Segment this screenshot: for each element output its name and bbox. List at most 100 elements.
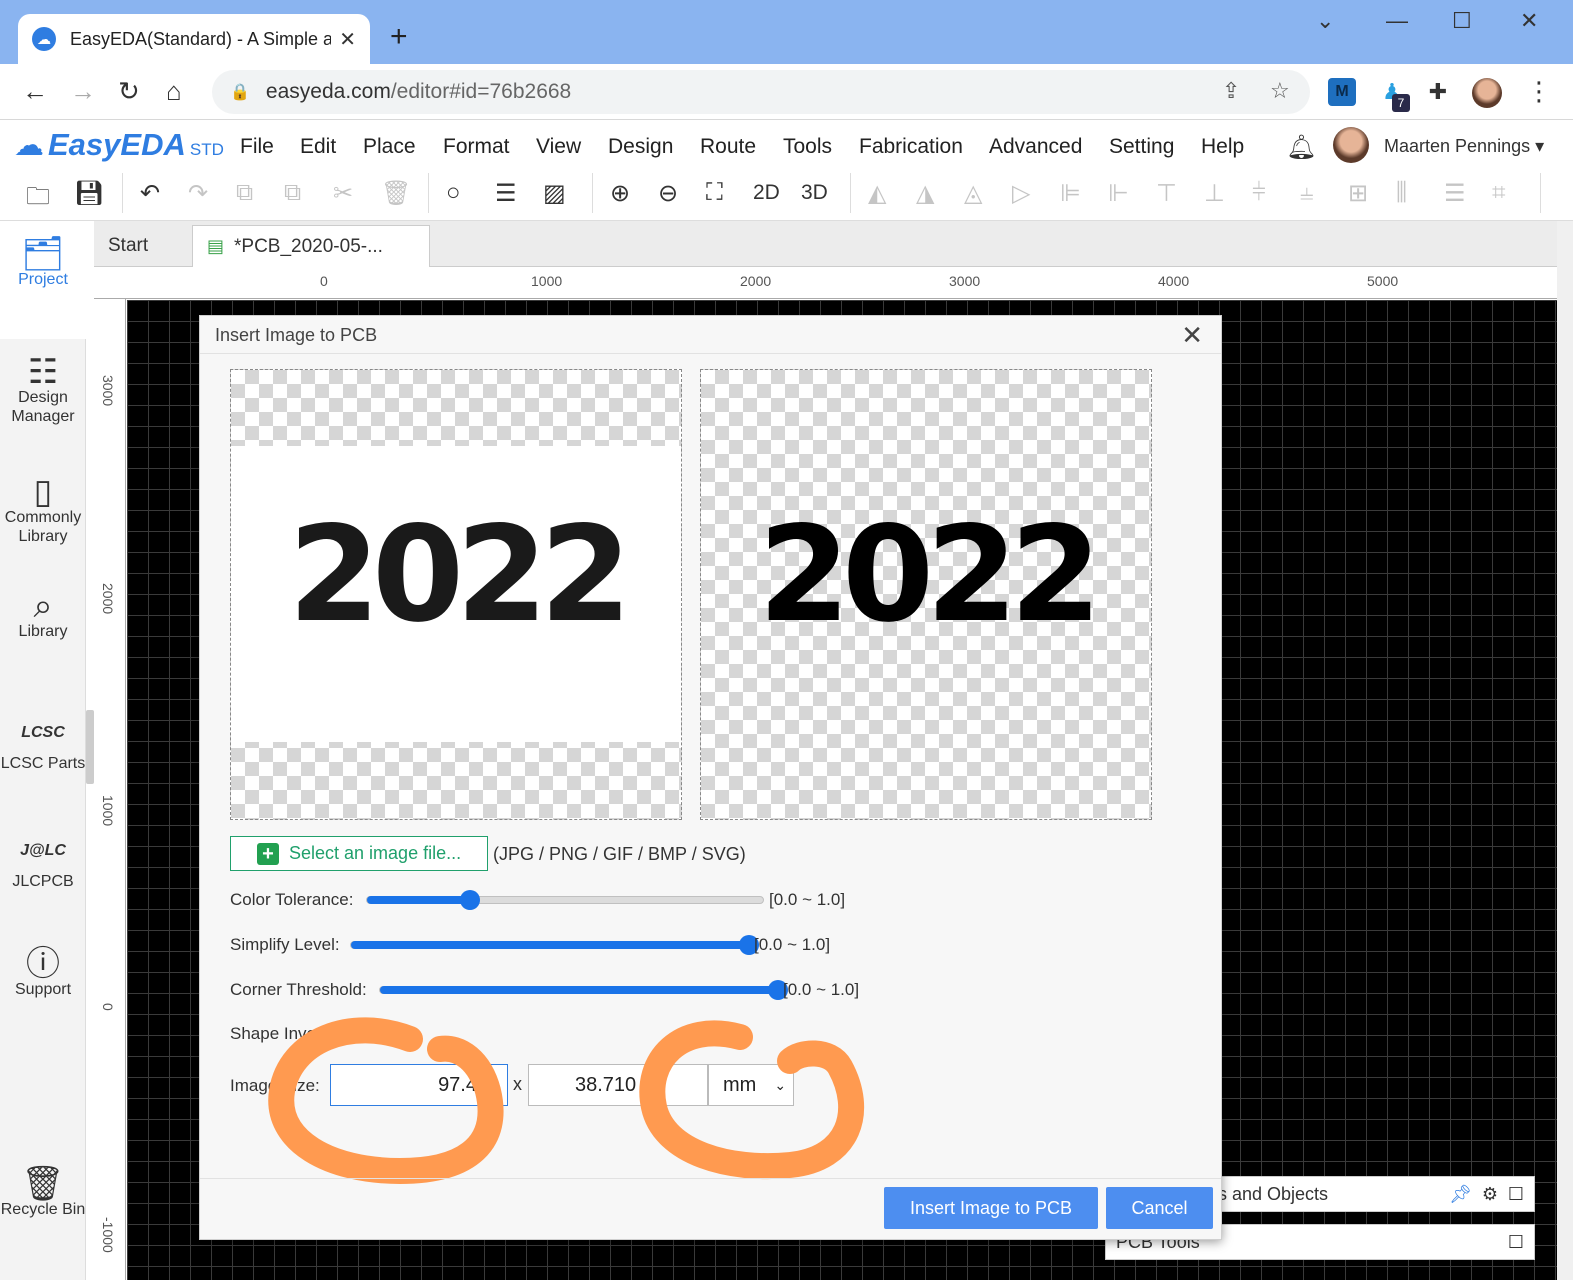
redo-icon[interactable]: ↷ [188,179,208,208]
zoom-in-icon[interactable]: ⊕ [610,179,630,208]
lock-icon[interactable]: 🔒 [230,82,250,102]
notification-bell-icon[interactable]: 🔔︎ [1286,133,1316,162]
tab-start[interactable]: Start [94,225,190,267]
maximize-icon[interactable]: ☐ [1452,8,1472,34]
toolbar-divider [428,173,429,213]
measure-ruler-icon[interactable]: ▨ [543,179,566,208]
restore-panel-icon[interactable]: ☐ [1508,1232,1524,1253]
menu-view[interactable]: View [536,135,581,159]
flip-vertical-icon[interactable]: ▷ [1012,179,1030,208]
menu-design[interactable]: Design [608,135,673,159]
align-hcenter-icon[interactable]: ⫨ [1300,179,1314,207]
color-tolerance-slider[interactable] [366,890,764,910]
cancel-button[interactable]: Cancel [1106,1187,1213,1229]
cut-icon[interactable]: ✂ [333,179,353,208]
close-tab-icon[interactable]: ✕ [339,27,356,52]
menu-format[interactable]: Format [443,135,510,159]
sidebar-item-recycle-bin[interactable]: 🗑︎ Recycle Bin [0,1167,86,1265]
tab-pcb[interactable]: ▤ *PCB_2020-05-... [192,225,430,267]
restore-panel-icon[interactable]: ☐ [1508,1184,1524,1205]
fit-view-icon[interactable]: ⛶ [706,179,723,207]
menu-help[interactable]: Help [1201,135,1244,159]
sidebar-item-support[interactable]: ⓘ Support [0,947,86,1025]
duplicate-icon[interactable]: ⧉ [284,179,301,207]
user-name: Maarten Pennings [1384,136,1531,156]
sidebar-item-commonly-library[interactable]: ▯ Commonly Library [0,475,86,573]
bookmark-star-icon[interactable]: ☆ [1270,78,1290,104]
rotate-left-icon[interactable]: ◭ [868,179,886,208]
flip-horizontal-icon[interactable]: ◬ [964,179,982,208]
view-3d-button[interactable]: 3D [801,181,828,205]
extension-m-icon[interactable]: M [1328,78,1356,106]
view-2d-button[interactable]: 2D [753,181,780,205]
minimize-icon[interactable]: — [1386,8,1408,34]
sidebar-item-label: Recycle Bin [0,1201,86,1218]
simplify-level-slider[interactable] [350,935,759,955]
back-icon[interactable]: ← [22,76,48,107]
profile-avatar[interactable] [1472,78,1502,108]
menu-route[interactable]: Route [700,135,756,159]
menu-setting[interactable]: Setting [1109,135,1174,159]
search-chip-icon: ⌕ [33,587,53,625]
distribute-v-icon[interactable]: ☰ [1444,179,1466,208]
sidebar-item-design-manager[interactable]: ☷ Design Manager [0,355,86,453]
sidebar-item-label: LCSC Parts [0,755,86,772]
save-icon[interactable]: 💾︎ [74,179,104,208]
editor-right-scrollbar[interactable] [1557,221,1573,1280]
sidebar-item-library[interactable]: ⌕ Library [0,587,86,667]
menu-fabrication[interactable]: Fabrication [859,135,963,159]
align-right-icon[interactable]: ⊩ [1108,179,1129,208]
pin-icon[interactable]: 📌︎ [1449,1184,1472,1205]
menu-place[interactable]: Place [363,135,416,159]
browser-tab[interactable]: ☁ EasyEDA(Standard) - A Simple and Power… [18,14,370,64]
zoom-out-icon[interactable]: ⊖ [658,179,678,208]
open-folder-icon[interactable]: 🗀 [26,179,50,220]
delete-icon[interactable]: 🗑︎ [381,179,411,208]
easyeda-cloud-icon: ☁ [14,129,44,162]
slider-thumb[interactable] [459,890,480,910]
find-icon[interactable]: ○ [446,179,461,207]
align-grid-icon[interactable]: ⊞ [1348,179,1368,208]
undo-icon[interactable]: ↶ [140,179,160,208]
select-image-button[interactable]: + Select an image file... [230,836,488,871]
sidebar-collapse-handle[interactable] [86,710,94,784]
toolbar-divider [122,173,123,213]
sidebar-item-project[interactable]: 🗂︎ Project [0,221,86,339]
extensions-puzzle-icon[interactable]: ✚ [1424,78,1452,106]
corner-threshold-slider[interactable] [379,980,788,1000]
group-icon[interactable]: ⌗ [1492,179,1506,207]
browser-menu-icon[interactable]: ⋮ [1526,76,1552,107]
close-window-icon[interactable]: ✕ [1520,8,1538,34]
align-top-icon[interactable]: ⊤ [1156,179,1177,208]
sidebar-item-label: Project [18,271,68,288]
distribute-h-icon[interactable]: ⫼ [1396,179,1407,207]
home-icon[interactable]: ⌂ [166,76,182,107]
dialog-close-icon[interactable]: ✕ [1181,320,1203,351]
reload-icon[interactable]: ↻ [118,76,140,107]
tab-search-chevron-icon[interactable]: ⌄ [1316,8,1334,34]
forward-icon[interactable]: → [70,76,96,107]
sidebar-item-jlcpcb[interactable]: J@LC JLCPCB [0,841,86,901]
new-tab-icon[interactable]: + [390,20,408,54]
align-bottom-icon[interactable]: ⊥ [1204,179,1225,208]
share-icon[interactable]: ⇪ [1222,78,1240,104]
insert-image-button[interactable]: Insert Image to PCB [884,1187,1098,1229]
settings-gear-icon[interactable]: ⚙ [1482,1184,1498,1205]
easyeda-logo[interactable]: ☁ EasyEDA STD [14,127,224,163]
annotation-stroke [639,1020,865,1180]
menu-tools[interactable]: Tools [783,135,832,159]
user-avatar[interactable] [1333,127,1369,163]
find-list-icon[interactable]: ☰ [495,179,517,208]
copy-icon[interactable]: ⧉ [236,179,253,207]
menu-file[interactable]: File [240,135,274,159]
align-vcenter-icon[interactable]: ⫩ [1252,179,1266,207]
rotate-right-icon[interactable]: ◮ [916,179,934,208]
sidebar-item-label: Commonly Library [4,509,82,545]
user-menu[interactable]: Maarten Pennings ▾ [1384,136,1544,157]
sidebar-item-lcsc-parts[interactable]: LCSC LCSC Parts [0,723,86,803]
omnibox[interactable]: 🔒 easyeda.com/editor#id=76b2668 ⇪ ☆ [212,70,1310,114]
menu-edit[interactable]: Edit [300,135,336,159]
menu-advanced[interactable]: Advanced [989,135,1082,159]
align-left-icon[interactable]: ⊫ [1060,179,1081,208]
ruler-label: 3000 [949,273,981,289]
